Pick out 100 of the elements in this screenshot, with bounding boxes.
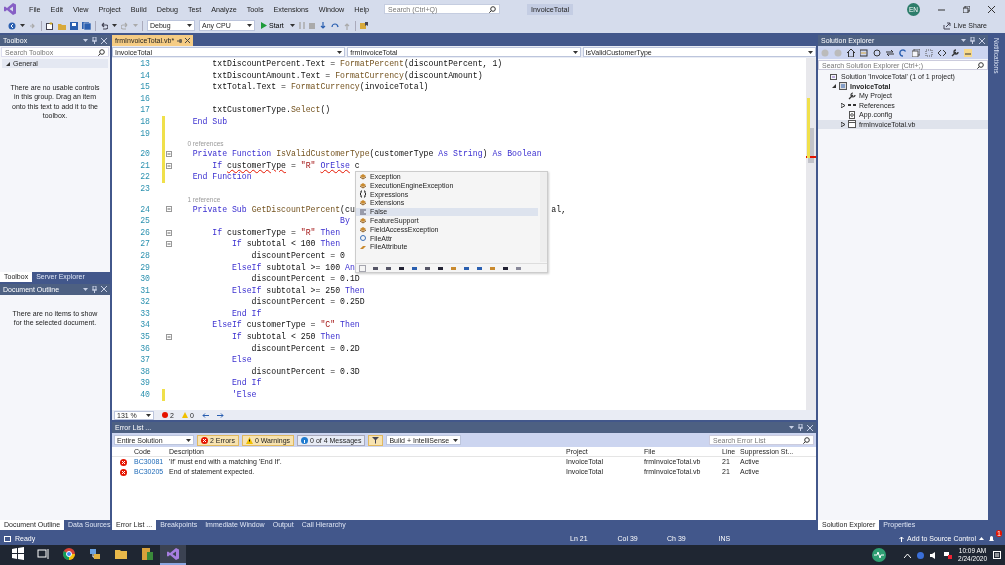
line-number: 24 <box>139 203 150 216</box>
sync-icon[interactable] <box>886 48 894 57</box>
action-center-icon[interactable] <box>993 551 1001 559</box>
keyword-icon <box>359 207 367 216</box>
line-number: 38 <box>139 365 150 378</box>
scrollbar-drawing[interactable] <box>540 172 547 263</box>
code-line: End Function <box>191 171 252 183</box>
code-line: If subtotal < 100 Then <box>230 238 341 250</box>
expanded-arrow-icon[interactable] <box>831 84 836 89</box>
solution-icon <box>830 72 838 81</box>
caret-icon <box>133 24 138 27</box>
line-number: 31 <box>139 284 150 297</box>
expanded-arrow-icon[interactable] <box>6 61 10 66</box>
error-icon <box>119 468 127 476</box>
chevron-up-icon[interactable] <box>904 552 912 558</box>
database-icon <box>140 547 154 561</box>
network-icon[interactable] <box>944 551 953 559</box>
code-line: txtDiscountPercent.Text = FormatPercent(discountPercent, 1) <box>211 58 503 70</box>
visual-studio-logo-icon <box>4 3 16 15</box>
restore-icon[interactable] <box>963 5 970 13</box>
right-arrow-icon[interactable] <box>216 412 224 418</box>
close-icon[interactable] <box>988 5 995 13</box>
pin-icon[interactable] <box>177 37 183 44</box>
collapse-icon[interactable] <box>166 162 172 169</box>
save-all-icon[interactable] <box>82 21 91 30</box>
line-number: 40 <box>139 389 150 401</box>
error-icon <box>201 436 208 444</box>
filter-button[interactable] <box>368 434 384 446</box>
line-number: 36 <box>139 342 150 355</box>
search-icon[interactable] <box>98 48 105 56</box>
home-icon[interactable] <box>847 48 855 57</box>
enum-icon <box>359 243 367 252</box>
new-project-icon[interactable] <box>46 21 54 30</box>
switch-views-icon[interactable] <box>860 48 868 57</box>
line-number: 23 <box>139 182 150 195</box>
wrench-icon <box>848 91 856 100</box>
caret-icon <box>979 537 984 540</box>
line-number: 15 <box>139 81 150 93</box>
line-number: 28 <box>139 249 150 262</box>
code-line: txtTotal.Text = FormatCurrency(invoiceTotal) <box>211 81 429 93</box>
class-icon <box>359 199 367 208</box>
line-number: 17 <box>139 104 150 116</box>
search-icon[interactable] <box>489 5 497 13</box>
share-icon <box>942 21 951 30</box>
line-number: 25 <box>139 215 150 227</box>
search-icon[interactable] <box>803 436 810 444</box>
collapse-all-icon[interactable] <box>912 48 920 57</box>
line-number: 39 <box>139 377 150 390</box>
back-icon[interactable] <box>8 21 16 30</box>
caret-icon <box>337 50 343 54</box>
folder-icon <box>114 547 128 561</box>
sync-status-icon[interactable] <box>917 551 925 559</box>
collapse-icon[interactable] <box>166 150 172 157</box>
undo-icon[interactable] <box>100 21 108 30</box>
line-number: 18 <box>139 115 150 128</box>
wrench-icon[interactable] <box>951 48 959 57</box>
collapsed-arrow-icon[interactable] <box>840 102 845 108</box>
monitor-app-icon[interactable] <box>872 548 887 562</box>
pending-changes-icon[interactable] <box>873 48 881 57</box>
line-number: 27 <box>139 238 150 250</box>
visual-studio-icon <box>166 547 180 561</box>
line-number: 13 <box>139 58 150 70</box>
caret-icon <box>453 438 459 442</box>
dropdown-icon[interactable] <box>789 426 794 429</box>
config-icon <box>848 110 856 119</box>
start-icon <box>10 547 24 561</box>
code-view-icon[interactable] <box>938 48 946 57</box>
line-number: 29 <box>139 261 150 274</box>
collapsed-arrow-icon[interactable] <box>840 121 845 127</box>
step-over-icon[interactable] <box>330 21 339 30</box>
dropdown-icon[interactable] <box>961 39 966 42</box>
line-number: 26 <box>139 226 150 239</box>
bell-icon[interactable] <box>988 535 995 542</box>
save-icon[interactable] <box>70 21 78 30</box>
code-line: End If <box>230 307 262 320</box>
namespace-icon <box>359 190 367 199</box>
collapse-icon[interactable] <box>166 229 172 236</box>
close-icon[interactable] <box>185 38 191 43</box>
step-into-icon[interactable] <box>318 21 327 30</box>
collapse-icon[interactable] <box>166 241 172 248</box>
scrollbar-drawing[interactable] <box>806 58 816 410</box>
code-line: If customerType = "R" Then <box>211 226 341 239</box>
code-line: discountPercent = 0.2D <box>250 342 360 355</box>
search-icon[interactable] <box>977 61 984 69</box>
refresh-icon[interactable] <box>899 48 907 57</box>
code-line: 'Else <box>230 389 257 401</box>
code-line: discountPercent = 0.3D <box>250 365 360 378</box>
dropdown-icon[interactable] <box>83 287 88 291</box>
collapse-icon[interactable] <box>166 206 172 213</box>
code-line: ElseIf customerType = "C" Then <box>211 319 360 332</box>
project-icon <box>839 82 847 91</box>
funnel-icon <box>372 436 380 444</box>
caret-icon <box>186 438 191 442</box>
bookmark-icon[interactable] <box>359 21 369 30</box>
collapse-icon[interactable] <box>166 333 172 340</box>
filter-toggle-icon[interactable] <box>359 264 366 272</box>
dropdown-icon[interactable] <box>83 39 88 42</box>
preview-icon[interactable] <box>964 48 972 57</box>
caret-icon <box>187 24 192 27</box>
left-arrow-icon[interactable] <box>201 412 209 418</box>
